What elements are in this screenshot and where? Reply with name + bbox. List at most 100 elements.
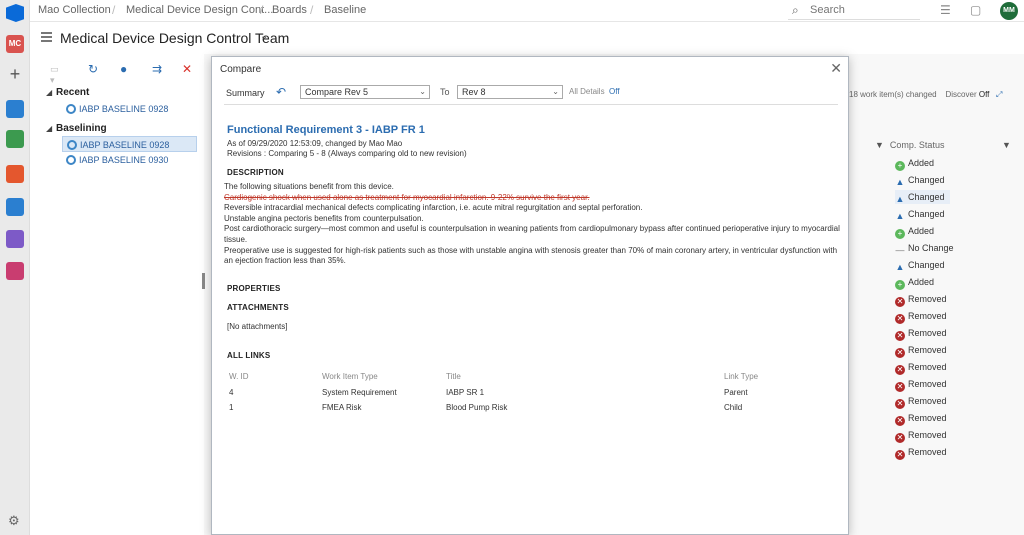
changed-summary: 18 work item(s) changed Discover Off ⤢ bbox=[849, 90, 1003, 99]
filter-icon[interactable]: ▼ bbox=[1002, 140, 1011, 150]
artifacts-icon[interactable] bbox=[6, 262, 24, 280]
status-badge: ✕ Removed bbox=[895, 447, 947, 460]
description-line: Reversible intracardial mechanical defec… bbox=[224, 203, 643, 213]
removed-icon: ✕ bbox=[895, 399, 905, 409]
status-badge: ▲ Changed bbox=[895, 260, 945, 272]
all-details-toggle[interactable]: All Details Off bbox=[569, 87, 620, 96]
description-line: The following situations benefit from th… bbox=[224, 182, 394, 191]
description-body: The following situations benefit from th… bbox=[224, 182, 840, 267]
changed-icon: ▲ bbox=[895, 194, 905, 204]
test-plans-icon[interactable] bbox=[6, 230, 24, 248]
discover-label: Discover bbox=[945, 90, 977, 99]
boards-icon[interactable] bbox=[6, 130, 24, 148]
search-input[interactable] bbox=[810, 4, 910, 16]
description-deleted-line: Cardiogenic shock when used alone as tre… bbox=[224, 192, 590, 202]
user-avatar[interactable]: MM bbox=[1000, 2, 1018, 20]
removed-icon: ✕ bbox=[895, 365, 905, 375]
work-item-title[interactable]: Functional Requirement 3 - IABP FR 1 bbox=[227, 124, 425, 136]
chevron-down-icon[interactable]: ⌄ bbox=[260, 31, 268, 42]
no-attachments-text: [No attachments] bbox=[227, 322, 288, 331]
shopping-bag-icon[interactable]: ▢ bbox=[970, 3, 981, 17]
repos-icon[interactable] bbox=[6, 165, 24, 183]
removed-icon: ✕ bbox=[895, 314, 905, 324]
no-change-icon: –– bbox=[895, 246, 905, 255]
description-header: DESCRIPTION bbox=[227, 168, 284, 177]
tree-group-recent[interactable]: ◢ Recent bbox=[46, 87, 89, 98]
backlog-icon bbox=[41, 32, 52, 42]
description-line: Unstable angina pectoris benefits from c… bbox=[224, 213, 424, 223]
chevron-down-icon: ⌄ bbox=[419, 87, 426, 96]
record-icon[interactable]: ● bbox=[120, 62, 127, 76]
status-badge: ✕ Removed bbox=[895, 328, 947, 341]
status-badge: –– No Change bbox=[895, 243, 954, 255]
close-icon[interactable]: ✕ bbox=[830, 60, 842, 77]
added-icon: + bbox=[895, 161, 905, 171]
status-badge: ✕ Removed bbox=[895, 379, 947, 392]
all-links-header: ALL LINKS bbox=[227, 351, 271, 360]
chevron-down-icon: ⌄ bbox=[552, 87, 559, 96]
pipelines-icon[interactable] bbox=[6, 198, 24, 216]
comp-status-header[interactable]: ▼ Comp. Status bbox=[875, 140, 944, 150]
list-settings-icon[interactable]: ☰ bbox=[940, 3, 951, 17]
breadcrumb-separator: / bbox=[310, 3, 314, 17]
status-badge: ✕ Removed bbox=[895, 294, 947, 307]
add-icon[interactable]: + bbox=[6, 65, 24, 83]
azure-devops-logo-icon[interactable] bbox=[6, 4, 24, 22]
team-title[interactable]: Medical Device Design Control Team bbox=[60, 30, 289, 46]
as-of-text: As of 09/29/2020 12:53:09, changed by Ma… bbox=[227, 139, 403, 148]
attachments-header: ATTACHMENTS bbox=[227, 303, 289, 312]
description-line: Post cardiothoracic surgery—most common … bbox=[224, 224, 840, 244]
links-col-id: W. ID bbox=[229, 372, 249, 381]
status-badge: ✕ Removed bbox=[895, 430, 947, 443]
properties-header: PROPERTIES bbox=[227, 284, 281, 293]
status-badge: ✕ Removed bbox=[895, 396, 947, 409]
status-badge: ✕ Removed bbox=[895, 311, 947, 324]
search-box[interactable]: ⌕ bbox=[788, 2, 920, 20]
added-icon: + bbox=[895, 280, 905, 290]
search-icon: ⌕ bbox=[792, 3, 799, 17]
status-badge: ▲ Changed bbox=[895, 209, 945, 221]
filter-icon[interactable]: ▼ bbox=[875, 140, 884, 150]
delete-icon[interactable]: ✕ bbox=[182, 62, 192, 76]
status-badge: + Added bbox=[895, 224, 934, 239]
status-badge: ▲ Changed bbox=[895, 190, 950, 204]
new-dropdown-icon[interactable]: ▭ ▾ bbox=[50, 64, 59, 86]
added-icon: + bbox=[895, 229, 905, 239]
tree-item-baseline-0930[interactable]: IABP BASELINE 0930 bbox=[62, 152, 197, 168]
breadcrumb-project[interactable]: Medical Device Design Cont... bbox=[126, 4, 273, 16]
tree-item-baseline-0928[interactable]: IABP BASELINE 0928 bbox=[62, 136, 197, 152]
expand-icon[interactable]: ⤢ bbox=[996, 90, 1002, 99]
links-col-type: Work Item Type bbox=[322, 372, 378, 381]
removed-icon: ✕ bbox=[895, 450, 905, 460]
compare-rev-select[interactable]: Compare Rev 5 ⌄ bbox=[300, 85, 430, 99]
removed-icon: ✕ bbox=[895, 297, 905, 307]
panel-splitter[interactable] bbox=[202, 273, 205, 289]
status-badge: ✕ Removed bbox=[895, 345, 947, 358]
baseline-icon bbox=[66, 155, 76, 165]
tree-group-baselining[interactable]: ◢ Baselining bbox=[46, 123, 107, 134]
breadcrumb-boards[interactable]: Boards bbox=[272, 4, 307, 16]
overview-icon[interactable] bbox=[6, 100, 24, 118]
removed-icon: ✕ bbox=[895, 433, 905, 443]
removed-icon: ✕ bbox=[895, 416, 905, 426]
org-avatar[interactable]: MC bbox=[6, 35, 24, 53]
compare-icon[interactable]: ⇉ bbox=[152, 62, 162, 76]
settings-gear-icon[interactable]: ⚙ bbox=[8, 513, 26, 531]
breadcrumb-separator: / bbox=[112, 3, 116, 17]
discover-value[interactable]: Off bbox=[979, 90, 990, 99]
status-badge: ▲ Changed bbox=[895, 175, 945, 187]
breadcrumb-baseline[interactable]: Baseline bbox=[324, 4, 366, 16]
baseline-icon bbox=[67, 140, 77, 150]
summary-button[interactable]: Summary bbox=[226, 88, 265, 98]
left-nav-rail: MC + ⚙ bbox=[0, 0, 30, 535]
removed-icon: ✕ bbox=[895, 382, 905, 392]
tree-item-recent-baseline-0928[interactable]: IABP BASELINE 0928 bbox=[62, 101, 197, 117]
breadcrumb-collection[interactable]: Mao Collection bbox=[38, 4, 111, 16]
team-header: Medical Device Design Control Team ⌄ bbox=[30, 22, 1024, 54]
undo-icon[interactable]: ↶ bbox=[276, 85, 286, 99]
breadcrumb-separator: / bbox=[260, 3, 264, 17]
rev-to-select[interactable]: Rev 8 ⌄ bbox=[457, 85, 563, 99]
refresh-icon[interactable]: ↻ bbox=[88, 62, 98, 76]
changed-icon: ▲ bbox=[895, 262, 905, 272]
removed-icon: ✕ bbox=[895, 348, 905, 358]
